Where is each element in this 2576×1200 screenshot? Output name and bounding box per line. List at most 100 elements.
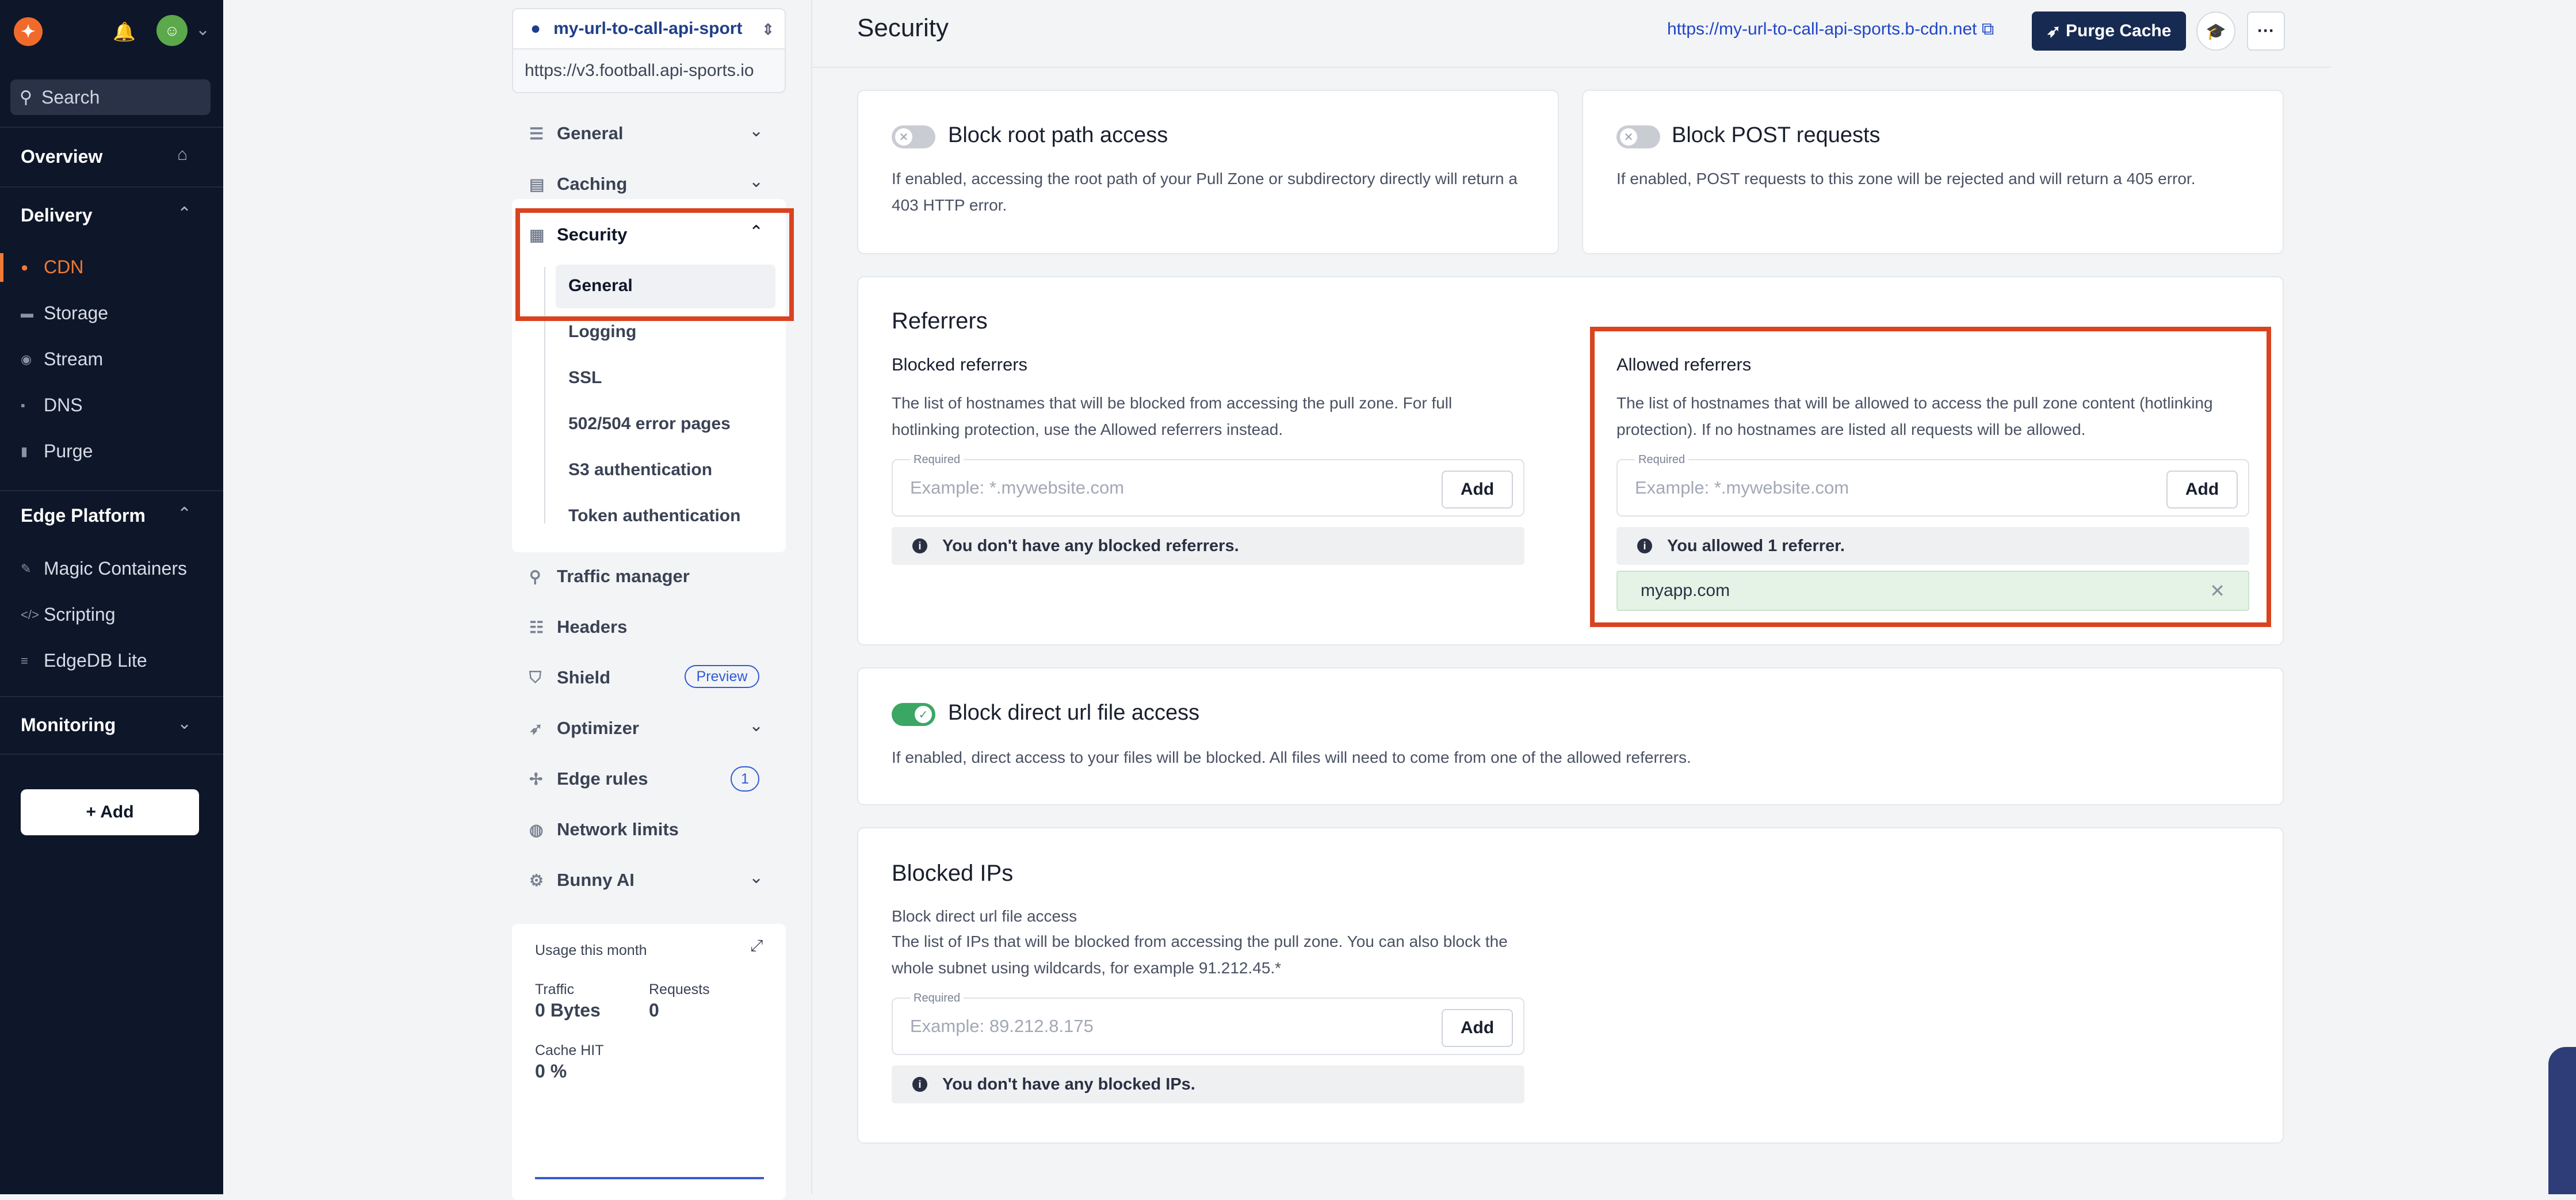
nav-item-label: Magic Containers <box>44 558 187 579</box>
block-post-toggle[interactable]: ✕ <box>1616 125 1660 148</box>
nav-item-label: CDN <box>44 257 84 277</box>
avatar[interactable]: ☺ <box>156 15 188 46</box>
subnav-label: General <box>557 123 624 143</box>
graduation-cap-icon[interactable]: 🎓 <box>2196 12 2235 51</box>
help-mascot-icon[interactable] <box>2548 1047 2576 1194</box>
usage-chart-line <box>535 1177 764 1179</box>
subnav-edge-rules[interactable]: ✢ Edge rules <box>529 769 648 789</box>
block-direct-card <box>857 667 2284 805</box>
subnav-label: Headers <box>557 617 628 637</box>
subnav-label: Bunny AI <box>557 870 635 890</box>
subnav-traffic-manager[interactable]: ⚲ Traffic manager <box>529 566 690 587</box>
blocked-ips-desc: The list of IPs that will be blocked fro… <box>892 933 1508 977</box>
headers-icon: ☷ <box>529 618 544 636</box>
nav-delivery-header[interactable]: Delivery <box>21 205 93 226</box>
x-icon: ✕ <box>895 128 912 146</box>
chevron-down-icon[interactable]: ⌄ <box>749 121 763 141</box>
subnav-optimizer[interactable]: ➶ Optimizer <box>529 718 639 739</box>
subnav-security-logging[interactable]: Logging <box>568 322 636 342</box>
bunny-logo-icon[interactable]: ✦ <box>14 17 43 46</box>
nav-item-purge[interactable]: ▮ Purge <box>21 441 93 462</box>
subnav-headers[interactable]: ☷ Headers <box>529 617 627 637</box>
updown-chevron-icon: ⇕ <box>762 21 774 38</box>
blocked-referrers-title: Blocked referrers <box>892 354 1028 374</box>
page-title: Security <box>857 14 949 42</box>
divider <box>0 186 223 188</box>
nav-item-magic-containers[interactable]: ✎ Magic Containers <box>21 558 187 579</box>
zone-selector[interactable]: ● my-url-to-call-api-sport ⇕ <box>512 8 786 49</box>
nav-item-edgedb[interactable]: ≡ EdgeDB Lite <box>21 650 147 671</box>
chevron-up-icon[interactable]: ⌃ <box>177 204 192 224</box>
chevron-down-icon[interactable]: ⌄ <box>749 716 763 736</box>
chip-icon: ⚙ <box>529 871 544 889</box>
location-pin-icon: ⚲ <box>529 567 541 586</box>
nav-overview[interactable]: Overview <box>21 146 102 167</box>
nav-item-cdn[interactable]: ● CDN <box>21 257 83 278</box>
subnav-label: Traffic manager <box>557 566 690 586</box>
purge-cache-button[interactable]: ➶ Purge Cache <box>2032 12 2186 51</box>
divider <box>0 490 223 491</box>
subnav-network-limits[interactable]: ◍ Network limits <box>529 819 679 840</box>
divider <box>0 754 223 755</box>
chevron-up-icon[interactable]: ⌃ <box>177 504 192 524</box>
nav-item-scripting[interactable]: </> Scripting <box>21 604 116 625</box>
nav-item-label: Purge <box>44 441 93 461</box>
add-blocked-ip-button[interactable]: Add <box>1442 1009 1513 1047</box>
blocked-referrers-empty: You don't have any blocked referrers. <box>942 536 1239 555</box>
blocked-ip-field[interactable]: Required Example: 89.212.8.175 Add <box>892 992 1524 1055</box>
chevron-down-icon[interactable]: ⌄ <box>177 713 192 733</box>
subnav-caching[interactable]: ▤ Caching <box>529 174 627 194</box>
magic-wand-icon: ✎ <box>21 561 32 576</box>
subnav-security-error-pages[interactable]: 502/504 error pages <box>568 414 731 434</box>
search-icon: ⚲ <box>20 87 32 107</box>
cdn-hostname-link[interactable]: https://my-url-to-call-api-sports.b-cdn.… <box>1667 20 1994 39</box>
header-divider <box>812 67 2331 68</box>
requests-value: 0 <box>649 1000 659 1021</box>
blocked-referrer-input[interactable]: Example: *.mywebsite.com <box>910 477 1124 498</box>
block-direct-toggle[interactable]: ✓ <box>892 703 935 726</box>
chevron-down-icon[interactable]: ⌄ <box>749 171 763 192</box>
traffic-label: Traffic <box>535 981 575 998</box>
blocked-ip-input[interactable]: Example: 89.212.8.175 <box>910 1016 1094 1037</box>
nav-item-storage[interactable]: ▬ Storage <box>21 303 108 324</box>
subnav-shield[interactable]: ⛉ Shield <box>529 667 610 688</box>
subnav-security-ssl[interactable]: SSL <box>568 368 602 388</box>
subnav-general[interactable]: ☰ General <box>529 123 623 144</box>
active-indicator <box>0 253 3 282</box>
x-icon: ✕ <box>1620 128 1637 146</box>
subnav-label: Network limits <box>557 819 679 839</box>
location-pin-icon: ● <box>530 19 541 38</box>
subnav-label: Optimizer <box>557 718 639 738</box>
edge-rules-count-badge: 1 <box>731 766 759 792</box>
chevron-down-icon[interactable]: ⌄ <box>749 867 763 888</box>
nav-edge-header[interactable]: Edge Platform <box>21 505 146 526</box>
rules-icon: ✢ <box>529 770 543 788</box>
blocked-referrer-field[interactable]: Required Example: *.mywebsite.com Add <box>892 453 1524 517</box>
block-root-title: Block root path access <box>948 123 1168 147</box>
field-label: Required <box>910 992 964 1005</box>
search-input[interactable]: ⚲ Search <box>10 79 211 115</box>
subnav-security-s3-auth[interactable]: S3 authentication <box>568 460 712 480</box>
nav-item-stream[interactable]: ◉ Stream <box>21 349 103 370</box>
more-options-icon[interactable]: ··· <box>2247 12 2285 51</box>
block-root-toggle[interactable]: ✕ <box>892 125 935 148</box>
nav-monitoring-header[interactable]: Monitoring <box>21 714 116 736</box>
list-icon: ☰ <box>529 124 544 143</box>
zone-origin-url: https://v3.football.api-sports.io <box>512 49 786 93</box>
chevron-down-icon[interactable]: ⌄ <box>196 20 210 40</box>
storage-icon: ▬ <box>21 305 33 320</box>
main-sidebar: ✦ 🔔 ☺ ⌄ ⚲ Search Overview ⌂ Delivery ⌃ ●… <box>0 0 223 1194</box>
divider <box>0 127 223 128</box>
shield-icon: ⛉ <box>529 668 542 686</box>
expand-icon[interactable]: ⤢ <box>750 937 763 956</box>
nav-item-dns[interactable]: ▪ DNS <box>21 395 83 416</box>
bell-icon[interactable]: 🔔 <box>113 21 136 43</box>
subnav-label: Caching <box>557 174 628 194</box>
traffic-value: 0 Bytes <box>535 1000 601 1021</box>
add-button[interactable]: + Add <box>21 789 199 835</box>
add-blocked-referrer-button[interactable]: Add <box>1442 471 1513 509</box>
cache-hit-value: 0 % <box>535 1061 567 1081</box>
blocked-ips-empty: You don't have any blocked IPs. <box>942 1075 1195 1094</box>
subnav-bunny-ai[interactable]: ⚙ Bunny AI <box>529 870 635 891</box>
subnav-security-token-auth[interactable]: Token authentication <box>568 506 740 526</box>
